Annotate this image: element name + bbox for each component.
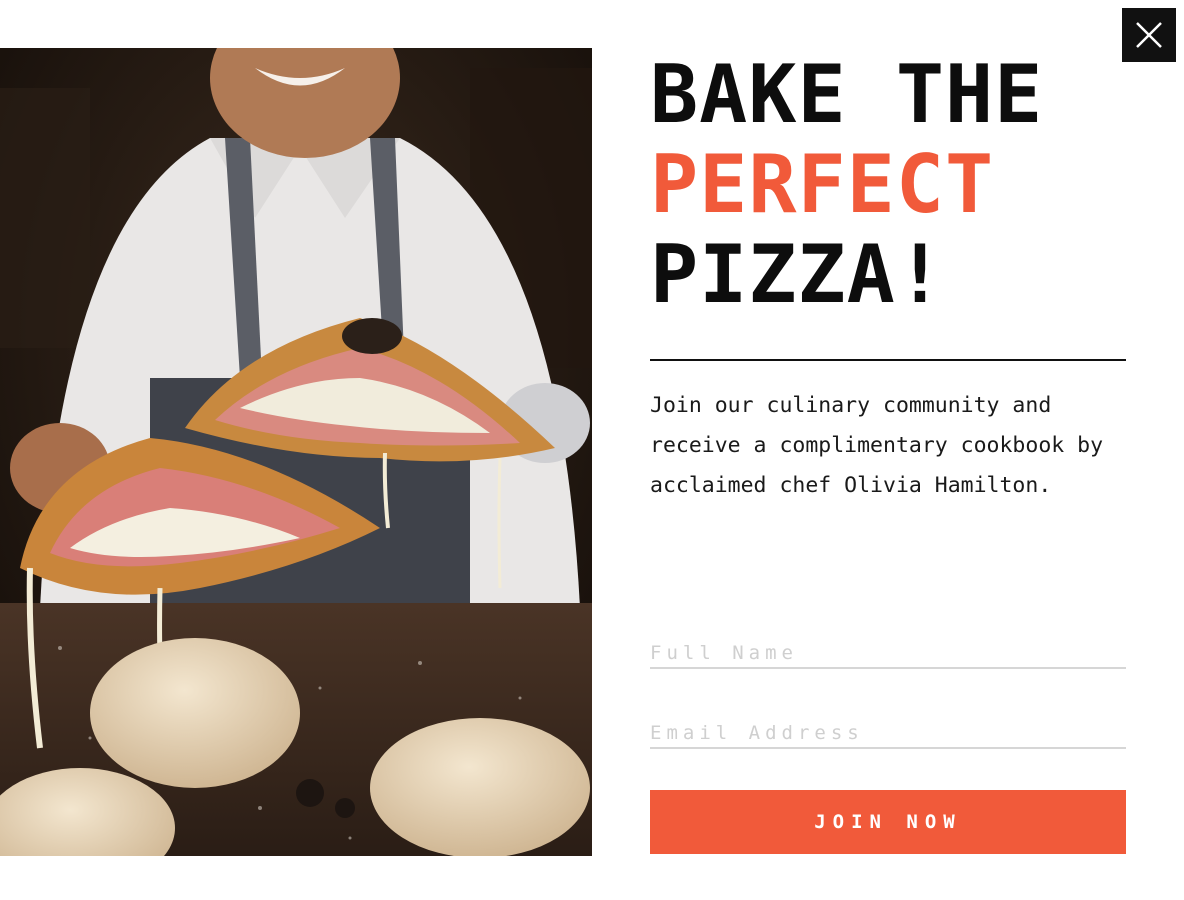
join-now-button[interactable]: JOIN NOW (650, 790, 1126, 854)
headline: BAKE THE PERFECT PIZZA! (650, 50, 1150, 320)
headline-line-3: PIZZA! (650, 228, 945, 321)
email-input[interactable] (650, 719, 1126, 749)
hero-photo (0, 48, 592, 856)
divider (650, 359, 1126, 361)
headline-line-2: PERFECT (650, 138, 995, 231)
chef-pizza-illustration (0, 48, 592, 856)
full-name-input[interactable] (650, 639, 1126, 669)
headline-line-1: BAKE THE (650, 48, 1044, 141)
close-icon (1136, 22, 1162, 48)
description: Join our culinary community and receive … (650, 393, 1104, 498)
